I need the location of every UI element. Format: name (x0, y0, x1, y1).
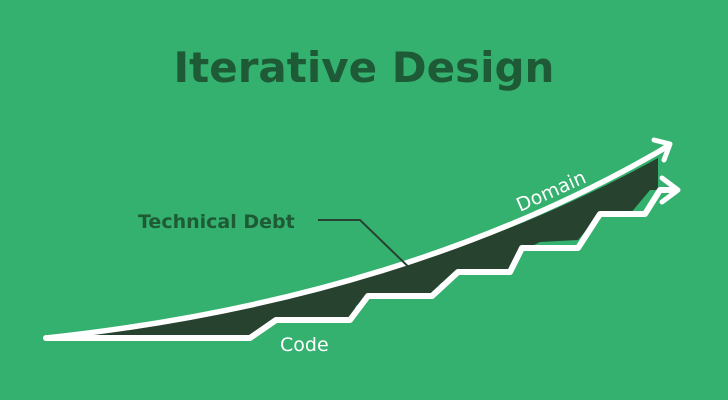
code-label: Code (280, 334, 329, 356)
iterative-design-diagram: Iterative Design Technical Debt Domain C… (0, 0, 728, 400)
diagram-title: Iterative Design (174, 43, 555, 92)
diagram-canvas: Iterative Design Technical Debt Domain C… (0, 0, 728, 400)
technical-debt-label: Technical Debt (138, 211, 295, 233)
